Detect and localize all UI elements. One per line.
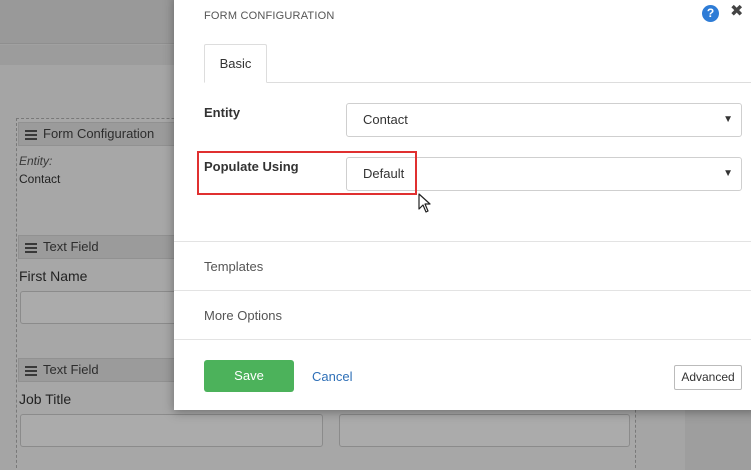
section-divider	[174, 290, 751, 291]
dialog-title: FORM CONFIGURATION	[204, 10, 335, 22]
populate-using-label: Populate Using	[204, 159, 299, 174]
section-divider	[174, 339, 751, 340]
templates-section[interactable]: Templates	[204, 259, 263, 274]
more-options-section[interactable]: More Options	[204, 308, 282, 323]
form-configuration-dialog: FORM CONFIGURATION ? ✖ Basic Entity Cont…	[174, 0, 751, 410]
entity-select[interactable]: Contact ▼	[346, 103, 742, 137]
entity-label: Entity	[204, 105, 241, 120]
populate-using-select[interactable]: Default ▼	[346, 157, 742, 191]
dropdown-arrow-icon: ▼	[723, 168, 733, 179]
help-icon[interactable]: ?	[702, 5, 719, 22]
advanced-button[interactable]: Advanced	[674, 365, 742, 390]
populate-using-select-value: Default	[363, 166, 405, 181]
tab-basic[interactable]: Basic	[204, 44, 267, 83]
dropdown-arrow-icon: ▼	[723, 114, 733, 125]
save-button[interactable]: Save	[204, 360, 294, 392]
cancel-link[interactable]: Cancel	[312, 369, 352, 384]
mouse-cursor-icon	[418, 193, 431, 213]
close-icon[interactable]: ✖	[730, 3, 743, 21]
tabs-divider	[204, 82, 751, 83]
entity-select-value: Contact	[363, 112, 408, 127]
section-divider	[174, 241, 751, 242]
